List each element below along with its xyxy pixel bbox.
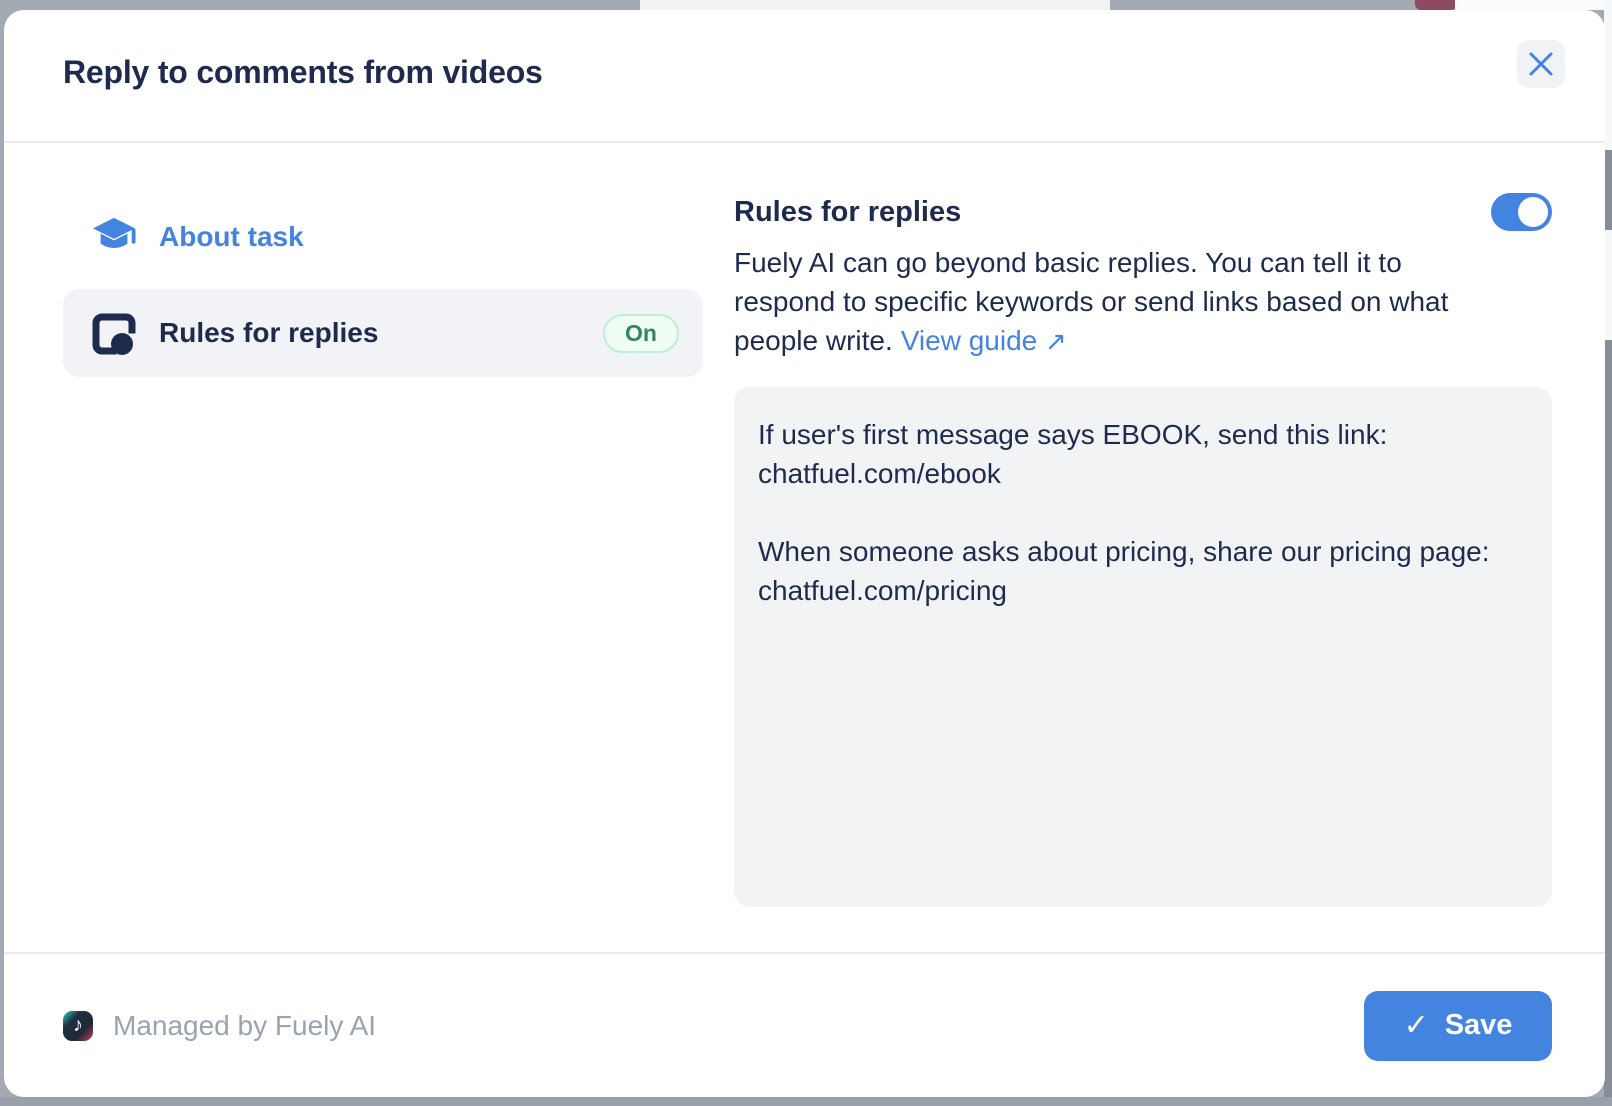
modal-title: Reply to comments from videos <box>63 54 1546 91</box>
managed-by: ♪ Managed by Fuely AI <box>63 1010 376 1042</box>
view-guide-label: View guide <box>901 325 1037 356</box>
managed-by-label: Managed by Fuely AI <box>113 1010 376 1042</box>
modal-footer: ♪ Managed by Fuely AI ✓ Save <box>4 952 1605 1097</box>
tiktok-icon: ♪ <box>63 1011 93 1041</box>
sidebar-item-rules-for-replies[interactable]: Rules for replies On <box>63 289 703 377</box>
modal-header: Reply to comments from videos <box>4 10 1605 143</box>
background-page <box>1415 0 1457 10</box>
background-page <box>1604 0 1612 1106</box>
reply-comments-modal: Reply to comments from videos About task <box>4 10 1605 1097</box>
graduation-cap-icon <box>91 215 137 259</box>
rules-textarea[interactable]: If user's first message says EBOOK, send… <box>734 387 1552 907</box>
save-label: Save <box>1445 1009 1513 1042</box>
close-button[interactable] <box>1517 40 1565 88</box>
panel-title: Rules for replies <box>734 196 961 229</box>
toggle-knob <box>1518 197 1548 227</box>
view-guide-link[interactable]: View guide ↗ <box>901 325 1067 356</box>
rules-toggle[interactable] <box>1491 193 1552 231</box>
on-badge: On <box>603 314 679 353</box>
background-page <box>1455 0 1612 10</box>
sidebar-item-label: Rules for replies <box>159 317 378 349</box>
description-text: Fuely AI can go beyond basic replies. Yo… <box>734 247 1448 356</box>
background-page <box>1604 230 1612 340</box>
panel-description: Fuely AI can go beyond basic replies. Yo… <box>734 243 1509 361</box>
rules-panel: Rules for replies Fuely AI can go beyond… <box>734 193 1552 952</box>
music-note-glyph: ♪ <box>73 1015 83 1035</box>
task-sidebar: About task Rules for replies On <box>63 193 703 952</box>
save-button[interactable]: ✓ Save <box>1364 991 1552 1061</box>
sidebar-item-about-task[interactable]: About task <box>63 193 703 281</box>
check-icon: ✓ <box>1404 1008 1429 1043</box>
background-page <box>1604 0 1612 150</box>
background-page <box>0 1097 1612 1106</box>
modal-body: About task Rules for replies On Rules fo… <box>4 143 1605 952</box>
panel-header: Rules for replies <box>734 193 1552 231</box>
background-page <box>640 0 1110 10</box>
sidebar-item-label: About task <box>159 221 304 253</box>
reply-rules-icon <box>91 311 137 355</box>
close-icon <box>1528 51 1554 77</box>
external-arrow-icon: ↗ <box>1045 326 1067 356</box>
